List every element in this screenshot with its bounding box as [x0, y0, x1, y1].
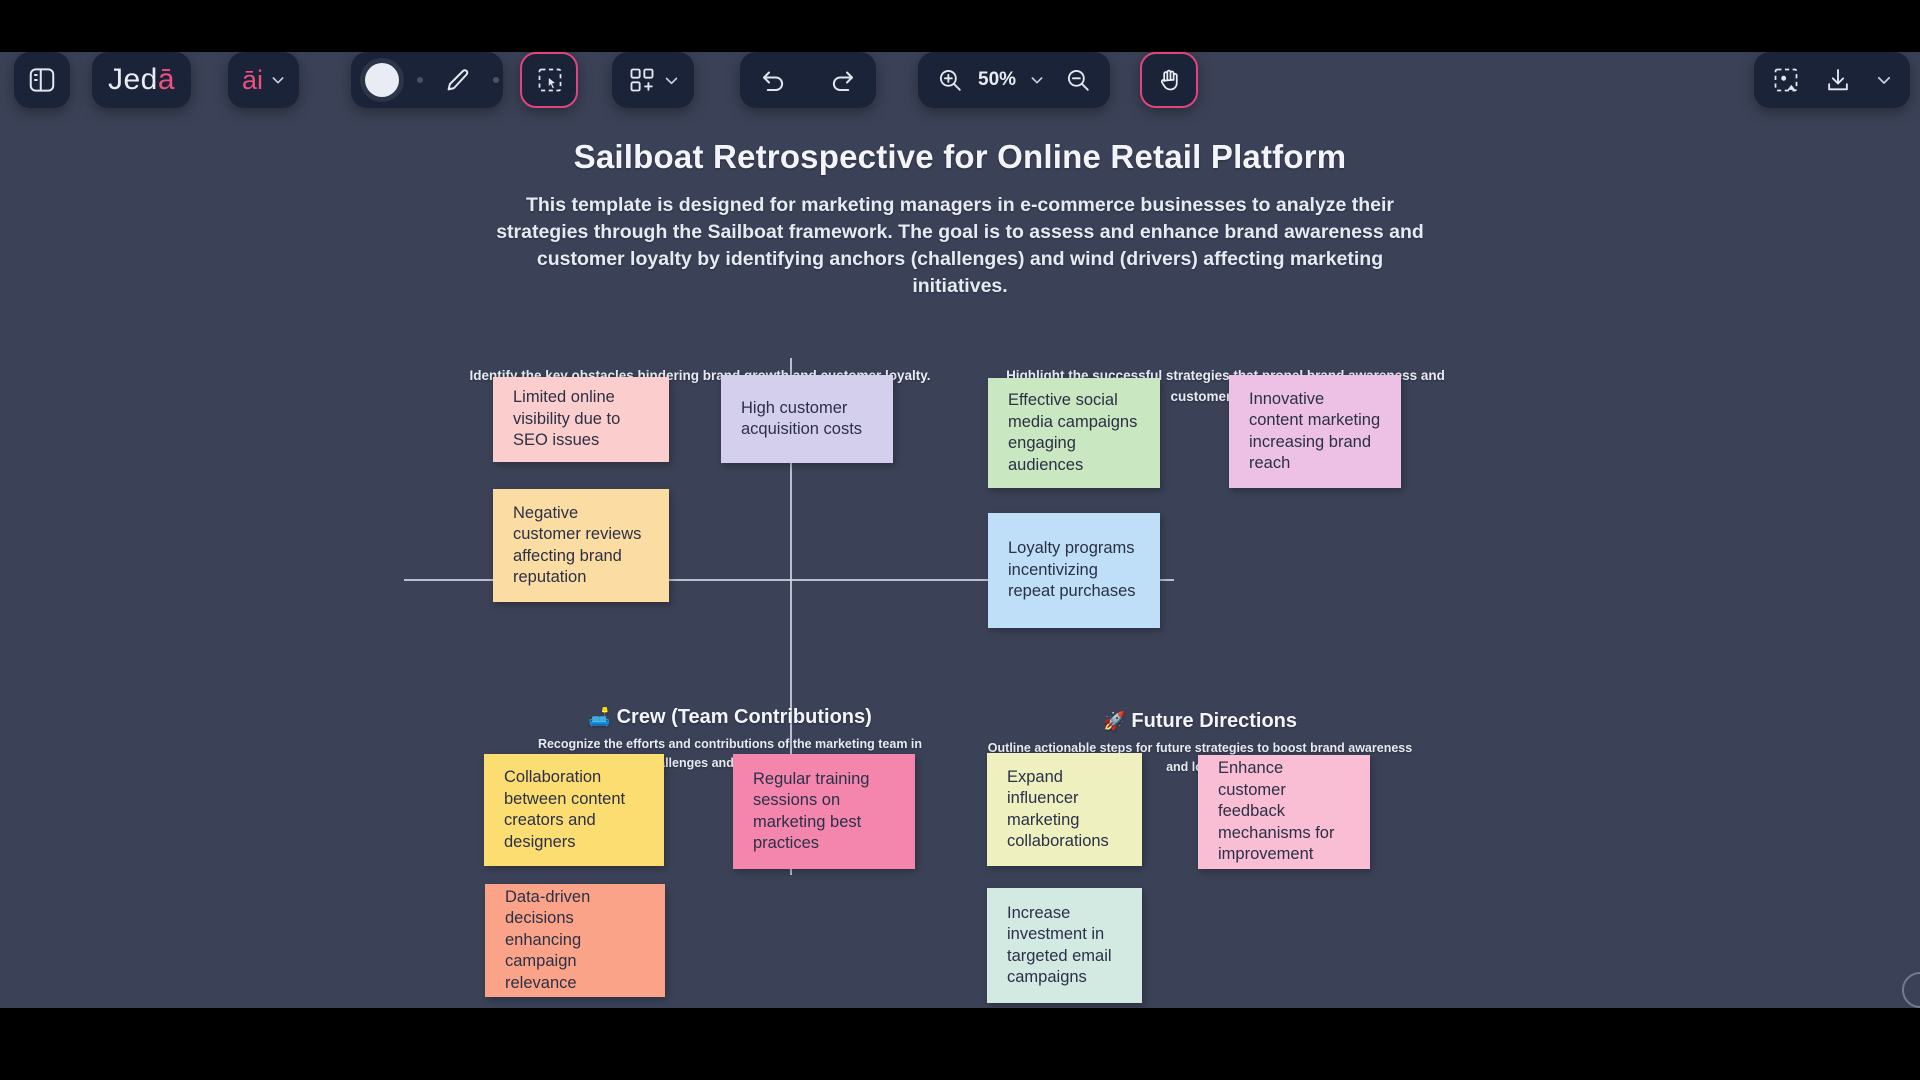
- zoom-in-button[interactable]: [918, 52, 976, 108]
- pen-tool-button[interactable]: [427, 52, 489, 108]
- sticky-note-text: Collaboration between content creators a…: [504, 768, 626, 851]
- download-chevron-down-icon[interactable]: [1866, 52, 1910, 108]
- sticky-note[interactable]: Expand influencer marketing collaboratio…: [987, 753, 1142, 866]
- sticky-note-text: Negative customer reviews affecting bran…: [513, 503, 642, 587]
- redo-button[interactable]: [808, 52, 876, 108]
- sticky-note[interactable]: Regular training sessions on marketing b…: [733, 754, 915, 869]
- rocket-emoji-icon: 🚀: [1103, 711, 1126, 731]
- sticky-note[interactable]: Loyalty programs incentivizing repeat pu…: [988, 513, 1160, 628]
- ai-menu-button[interactable]: āi: [228, 52, 300, 108]
- sticky-note-text: Enhance customer feedback mechanisms for…: [1218, 759, 1335, 864]
- sticky-note[interactable]: Innovative content marketing increasing …: [1229, 375, 1401, 488]
- insert-image-button[interactable]: [1754, 52, 1810, 108]
- sticky-note[interactable]: Limited online visibility due to SEO iss…: [493, 377, 669, 462]
- canvas-edge-decoration: [1902, 972, 1920, 1008]
- toolbar-dot-separator-2: [493, 77, 499, 83]
- sticky-note[interactable]: High customer acquisition costs: [721, 375, 893, 463]
- select-tool-button[interactable]: [522, 52, 578, 108]
- brand-logo-text: Jedā: [108, 63, 176, 96]
- sticky-note[interactable]: Negative customer reviews affecting bran…: [493, 489, 669, 602]
- crew-title: Crew (Team Contributions): [616, 706, 872, 728]
- sticky-note[interactable]: Increase investment in targeted email ca…: [987, 888, 1142, 1003]
- whiteboard-canvas[interactable]: Sailboat Retrospective for Online Retail…: [0, 52, 1920, 1008]
- crew-emoji-icon: 🛋️: [588, 707, 611, 727]
- sticky-note-text: Effective social media campaigns engagin…: [1008, 391, 1138, 474]
- pan-hand-tool-button[interactable]: [1142, 52, 1198, 108]
- zoom-out-button[interactable]: [1052, 52, 1110, 108]
- toolbar-dot-separator: [417, 77, 423, 83]
- sticky-note[interactable]: Effective social media campaigns engagin…: [988, 378, 1160, 488]
- sticky-note-text: Innovative content marketing increasing …: [1249, 389, 1381, 473]
- sticky-note-text: Limited online visibility due to SEO iss…: [513, 388, 621, 450]
- sidebar-toggle-button[interactable]: [14, 52, 70, 108]
- sticky-note[interactable]: Collaboration between content creators a…: [484, 754, 664, 866]
- shape-tool-button[interactable]: [351, 52, 413, 108]
- add-element-button[interactable]: [612, 52, 660, 108]
- board-title: Sailboat Retrospective for Online Retail…: [573, 138, 1347, 175]
- sticky-note-text: Loyalty programs incentivizing repeat pu…: [1008, 539, 1136, 601]
- sticky-note-text: Increase investment in targeted email ca…: [1007, 903, 1112, 987]
- ai-label: āi: [242, 64, 264, 95]
- future-title: Future Directions: [1131, 710, 1297, 732]
- sticky-note[interactable]: Enhance customer feedback mechanisms for…: [1198, 755, 1370, 869]
- board-subtitle: This template is designed for marketing …: [496, 194, 1424, 297]
- ai-chevron-down-icon[interactable]: [269, 52, 299, 108]
- sticky-note-text: Data-driven decisions enhancing campaign…: [505, 887, 591, 992]
- zoom-chevron-down-icon[interactable]: [1022, 52, 1052, 108]
- sticky-note-text: Expand influencer marketing collaboratio…: [1007, 767, 1109, 851]
- zoom-level-label[interactable]: 50%: [976, 69, 1022, 91]
- brand-logo-button[interactable]: Jedā: [92, 52, 192, 108]
- sticky-note-text: Regular training sessions on marketing b…: [753, 769, 870, 853]
- sticky-note[interactable]: Data-driven decisions enhancing campaign…: [485, 884, 665, 997]
- sticky-note-text: High customer acquisition costs: [741, 398, 863, 439]
- undo-button[interactable]: [740, 52, 808, 108]
- download-button[interactable]: [1810, 52, 1866, 108]
- add-element-chevron-down-icon[interactable]: [660, 52, 694, 108]
